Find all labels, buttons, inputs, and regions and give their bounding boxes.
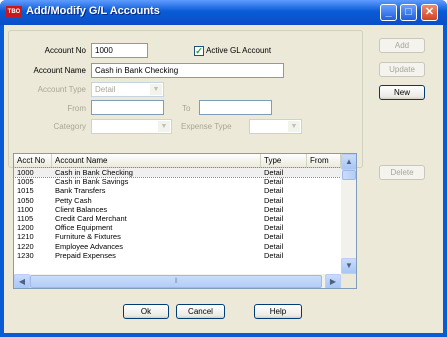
from-field[interactable]: [91, 100, 164, 115]
close-button[interactable]: ✕: [421, 4, 438, 21]
ok-button[interactable]: Ok: [123, 304, 169, 319]
cell-account-name: Employee Advances: [55, 241, 123, 251]
scroll-left-icon[interactable]: ◀: [14, 274, 30, 288]
cell-account-name: Petty Cash: [55, 195, 92, 205]
table-row[interactable]: 1000 Cash in Bank Checking Detail: [14, 166, 342, 179]
cell-acct-no: 1050: [17, 195, 34, 205]
column-header-acct-no[interactable]: Acct No: [14, 154, 52, 168]
cancel-button[interactable]: Cancel: [176, 304, 225, 319]
delete-button[interactable]: Delete: [379, 165, 425, 180]
cell-account-name: Office Equipment: [55, 223, 113, 233]
account-type-select[interactable]: Detail ▼: [91, 82, 164, 97]
account-type-value: Detail: [95, 85, 116, 94]
account-name-field[interactable]: Cash in Bank Checking: [91, 63, 284, 78]
expense-type-select[interactable]: ▼: [249, 119, 302, 134]
chevron-down-icon[interactable]: ▼: [150, 84, 162, 95]
cell-account-name: Prepaid Expenses: [55, 250, 116, 260]
cell-account-name: Credit Card Merchant: [55, 213, 127, 223]
cell-type: Detail: [264, 213, 284, 223]
vertical-scroll-thumb[interactable]: [342, 170, 356, 180]
column-header-type[interactable]: Type: [261, 154, 307, 168]
category-select[interactable]: ▼: [91, 119, 172, 134]
account-type-label: Account Type: [37, 85, 86, 94]
column-header-from[interactable]: From: [307, 154, 341, 168]
category-label: Category: [53, 122, 86, 131]
title-bar[interactable]: TBO Add/Modify G/L Accounts _ □ ✕: [0, 0, 447, 25]
dialog-client-area: Account No 1000 ✓ Active GL Account Acco…: [4, 25, 443, 333]
table-row[interactable]: 1230 Prepaid Expenses Detail: [14, 251, 341, 260]
cell-account-name: Client Balances: [55, 204, 108, 214]
active-gl-label: Active GL Account: [206, 46, 272, 55]
window-frame: TBO Add/Modify G/L Accounts _ □ ✕ Accoun…: [0, 0, 447, 337]
cell-type: Detail: [264, 223, 284, 233]
cell-type: Detail: [264, 232, 284, 242]
list-rows: 1000 Cash in Bank Checking Detail 1005 Cash …: [14, 166, 342, 260]
maximize-button[interactable]: □: [400, 4, 417, 21]
table-row[interactable]: 1015 Bank Transfers Detail: [14, 186, 341, 195]
window-title: Add/Modify G/L Accounts: [26, 5, 160, 17]
cell-acct-no: 1220: [17, 241, 34, 251]
cell-account-name: Cash in Bank Savings: [55, 177, 129, 187]
table-row[interactable]: 1220 Employee Advances Detail: [14, 242, 341, 251]
cell-acct-no: 1105: [17, 213, 34, 223]
table-row[interactable]: 1210 Furniture & Fixtures Detail: [14, 232, 341, 241]
table-row[interactable]: 1100 Client Balances Detail: [14, 205, 341, 214]
cell-account-name: Bank Transfers: [55, 186, 106, 196]
cell-type: Detail: [264, 186, 284, 196]
from-label: From: [67, 104, 86, 113]
update-button[interactable]: Update: [379, 62, 425, 77]
cell-type: Detail: [264, 168, 284, 177]
minimize-button[interactable]: _: [380, 4, 397, 21]
column-header-account-name[interactable]: Account Name: [52, 154, 261, 168]
vertical-scrollbar[interactable]: ▲ ▼: [341, 154, 356, 274]
scroll-right-icon[interactable]: ▶: [325, 274, 341, 288]
new-button[interactable]: New: [379, 85, 425, 100]
cell-acct-no: 1100: [17, 204, 34, 214]
scrollbar-corner: [341, 274, 356, 288]
table-row[interactable]: 1005 Cash in Bank Savings Detail: [14, 177, 341, 186]
cell-account-name: Furniture & Fixtures: [55, 232, 121, 242]
cell-type: Detail: [264, 204, 284, 214]
table-row[interactable]: 1200 Office Equipment Detail: [14, 223, 341, 232]
cell-type: Detail: [264, 195, 284, 205]
chevron-down-icon[interactable]: ▼: [158, 121, 170, 132]
cell-type: Detail: [264, 241, 284, 251]
account-no-label: Account No: [44, 46, 86, 55]
cell-acct-no: 1005: [17, 177, 34, 187]
app-icon: TBO: [6, 6, 22, 18]
horizontal-scroll-thumb[interactable]: ⦀: [30, 275, 322, 288]
cell-account-name: Cash in Bank Checking: [55, 168, 133, 177]
table-row[interactable]: 1050 Petty Cash Detail: [14, 196, 341, 205]
account-no-field[interactable]: 1000: [91, 43, 148, 58]
accounts-list[interactable]: Acct No Account Name Type From 1000 Cash …: [13, 153, 357, 289]
cell-type: Detail: [264, 177, 284, 187]
add-button[interactable]: Add: [379, 38, 425, 53]
scroll-down-icon[interactable]: ▼: [341, 258, 356, 274]
cell-acct-no: 1230: [17, 250, 34, 260]
cell-acct-no: 1000: [17, 168, 34, 177]
expense-type-label: Expense Type: [181, 122, 232, 131]
cell-acct-no: 1200: [17, 223, 34, 233]
active-gl-checkbox[interactable]: ✓: [194, 46, 204, 56]
cell-acct-no: 1210: [17, 232, 34, 242]
to-field[interactable]: [199, 100, 272, 115]
to-label: To: [182, 104, 191, 113]
cell-type: Detail: [264, 250, 284, 260]
cell-acct-no: 1015: [17, 186, 34, 196]
list-header: Acct No Account Name Type From: [14, 154, 341, 168]
chevron-down-icon[interactable]: ▼: [288, 121, 300, 132]
account-name-label: Account Name: [33, 66, 86, 75]
scroll-up-icon[interactable]: ▲: [341, 154, 356, 170]
help-button[interactable]: Help: [254, 304, 302, 319]
table-row[interactable]: 1105 Credit Card Merchant Detail: [14, 214, 341, 223]
horizontal-scrollbar[interactable]: ◀ ⦀ ▶: [14, 274, 341, 288]
